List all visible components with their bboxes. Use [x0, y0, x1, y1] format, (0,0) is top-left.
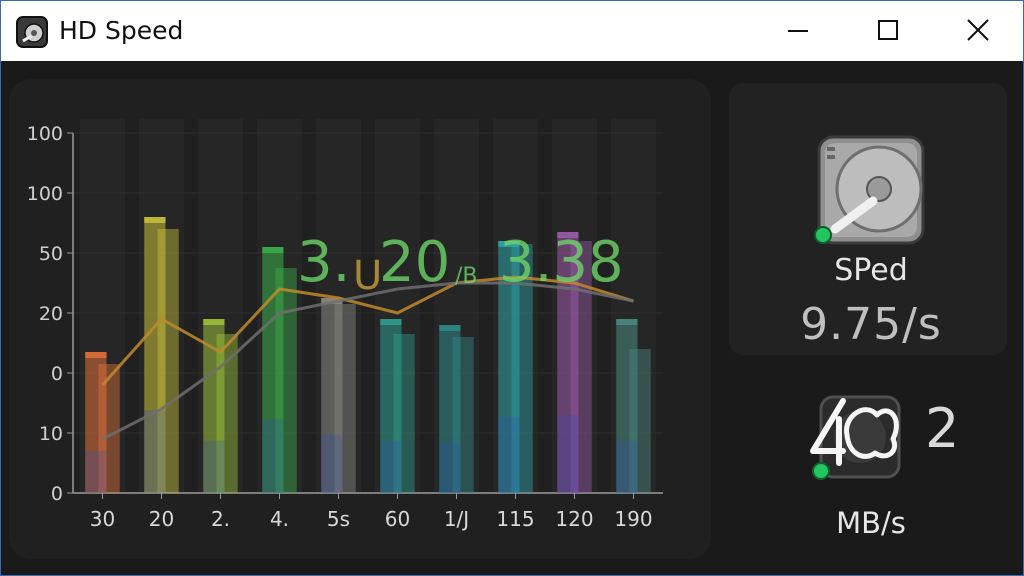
y-tick-label: 0	[51, 483, 63, 505]
bar-shade	[85, 450, 107, 493]
bar-cap	[262, 247, 284, 253]
bar-shade	[144, 410, 166, 493]
bar-shade	[616, 440, 638, 493]
main-content: 100 100 50 20 0 10 0 30 20 2. 4. 5s 60 1/J 115 120 190 3.…	[1, 61, 1023, 575]
status-indicator	[814, 226, 832, 244]
speed-value: 9.75/s	[800, 299, 942, 350]
x-tick-label: 190	[614, 507, 652, 531]
speed-label: SPed	[834, 253, 908, 288]
bar-shade	[439, 442, 461, 493]
bar-cap	[439, 325, 461, 331]
bar-cap	[144, 217, 166, 223]
x-tick-label: 115	[496, 507, 534, 531]
x-tick-label: 1/J	[444, 507, 469, 531]
minimize-button[interactable]	[753, 1, 845, 61]
bar-shade	[380, 440, 402, 493]
disk-value: 2	[925, 397, 960, 460]
bar-shade	[498, 417, 520, 493]
overlay-reading: 3.	[297, 230, 350, 295]
status-indicator	[812, 462, 830, 480]
bar-shade	[321, 434, 343, 493]
title-bar[interactable]: HD Speed	[1, 1, 1023, 61]
overlay-reading: 20	[379, 230, 450, 295]
x-tick-label: 120	[555, 507, 593, 531]
x-tick-label: 30	[90, 507, 115, 531]
y-tick-label: 100	[27, 183, 63, 205]
hard-disk-icon	[814, 135, 925, 245]
maximize-icon	[878, 20, 898, 40]
bar-cap	[616, 319, 638, 325]
y-tick-label: 50	[39, 243, 63, 265]
overlay-reading: /B	[455, 264, 478, 289]
x-tick-label: 2.	[211, 507, 230, 531]
bar-cap	[85, 352, 107, 358]
y-tick-label: 0	[51, 363, 63, 385]
close-icon	[967, 19, 989, 41]
overlay-reading: 3.38	[499, 230, 624, 295]
y-tick-label: 10	[39, 423, 63, 445]
window-title: HD Speed	[59, 16, 184, 45]
y-tick-label: 100	[27, 123, 63, 145]
bar-shade	[203, 440, 225, 493]
x-tick-label: 20	[149, 507, 174, 531]
minimize-icon	[788, 30, 808, 32]
bar-shade	[557, 414, 579, 493]
bar-cap	[203, 319, 225, 325]
x-tick-label: 4.	[270, 507, 289, 531]
unit-label: MB/s	[836, 506, 906, 540]
bar-shade	[262, 419, 284, 493]
bar-cap	[380, 319, 402, 325]
maximize-button[interactable]	[843, 1, 935, 61]
overlay-reading: U	[353, 253, 382, 299]
app-window: HD Speed 100 100 50 20 0 10 0 30 20 2. 4. 5s 60 1/J 11…	[0, 0, 1024, 576]
close-button[interactable]	[933, 1, 1023, 61]
hard-disk-icon	[16, 16, 48, 48]
x-tick-label: 60	[385, 507, 410, 531]
y-tick-label: 20	[39, 303, 63, 325]
x-tick-label: 5s	[327, 507, 350, 531]
disk-activity-icon	[810, 395, 901, 480]
